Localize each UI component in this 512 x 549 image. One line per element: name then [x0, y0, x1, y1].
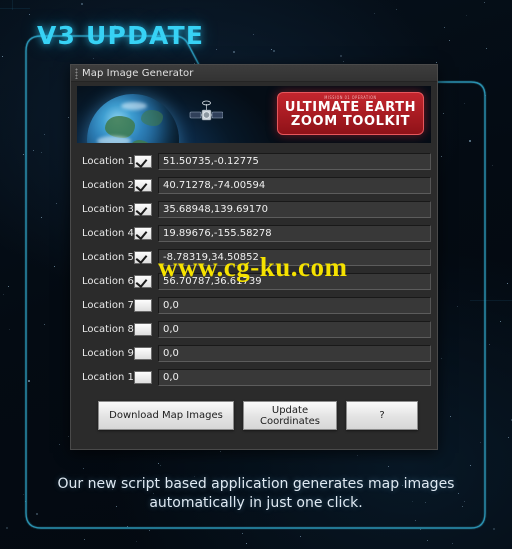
- circuit-line: [12, 0, 13, 10]
- location-coordinates-input[interactable]: [158, 344, 431, 362]
- window-title: Map Image Generator: [82, 67, 194, 79]
- location-coordinates-input[interactable]: [158, 176, 431, 194]
- location-row: Location 1:: [77, 149, 431, 173]
- location-coordinates-input[interactable]: [158, 152, 431, 170]
- location-coordinates-input[interactable]: [158, 368, 431, 386]
- drag-grip-icon[interactable]: [75, 67, 78, 79]
- location-coordinates-input[interactable]: [158, 320, 431, 338]
- circuit-line: [470, 300, 512, 301]
- location-checkbox[interactable]: [134, 298, 152, 312]
- caption-text: Our new script based application generat…: [56, 475, 456, 513]
- location-coordinates-input[interactable]: [158, 200, 431, 218]
- update-coordinates-button[interactable]: Update Coordinates: [243, 401, 337, 430]
- location-row: Location 2:: [77, 173, 431, 197]
- window-titlebar[interactable]: Map Image Generator: [71, 65, 437, 82]
- location-checkbox[interactable]: [134, 370, 152, 384]
- caption-line-2: automatically in just one click.: [149, 495, 363, 511]
- location-list: Location 1: Location 2: Location 3: Locatio…: [71, 149, 437, 389]
- badge-line-2: ZOOM TOOLKIT: [290, 114, 411, 129]
- location-checkbox[interactable]: [134, 202, 152, 216]
- location-coordinates-input[interactable]: [158, 248, 431, 266]
- location-checkbox[interactable]: [134, 178, 152, 192]
- satellite-icon: [189, 100, 223, 121]
- earth-globe-icon: [87, 94, 179, 143]
- location-label: Location 5:: [82, 251, 138, 263]
- location-coordinates-input[interactable]: [158, 272, 431, 290]
- location-label: Location 2:: [82, 179, 138, 191]
- location-row: Location 9:: [77, 341, 431, 365]
- location-row: Location 10:: [77, 365, 431, 389]
- location-row: Location 3:: [77, 197, 431, 221]
- landmass-shape: [105, 116, 135, 138]
- location-checkbox[interactable]: [134, 274, 152, 288]
- circuit-line: [0, 8, 30, 9]
- location-label: Location 1:: [82, 155, 138, 167]
- location-label: Location 8:: [82, 323, 138, 335]
- badge-kicker-text: MISSION 01 OPERATION: [324, 95, 377, 101]
- location-row: Location 8:: [77, 317, 431, 341]
- help-button[interactable]: ?: [346, 401, 418, 430]
- location-label: Location 4:: [82, 227, 138, 239]
- location-coordinates-input[interactable]: [158, 224, 431, 242]
- map-image-generator-window: Map Image Generator MISSION 01 OPERATION…: [70, 64, 438, 450]
- location-label: Location 6:: [82, 275, 138, 287]
- location-label: Location 9:: [82, 347, 138, 359]
- badge-line-1: ULTIMATE EARTH: [284, 100, 417, 115]
- ultimate-earth-zoom-toolkit-badge: MISSION 01 OPERATION ULTIMATE EARTH ZOOM…: [277, 92, 424, 135]
- cloud-shape: [121, 102, 147, 110]
- location-row: Location 7:: [77, 293, 431, 317]
- landmass-shape: [141, 110, 163, 126]
- banner-image: MISSION 01 OPERATION ULTIMATE EARTH ZOOM…: [77, 86, 431, 143]
- location-coordinates-input[interactable]: [158, 296, 431, 314]
- location-label: Location 7:: [82, 299, 138, 311]
- cloud-shape: [97, 136, 131, 143]
- action-button-bar: Download Map Images Update Coordinates ?: [71, 389, 437, 430]
- caption-line-1: Our new script based application generat…: [57, 476, 455, 492]
- page-title: V3 UPDATE: [37, 21, 205, 50]
- location-checkbox[interactable]: [134, 154, 152, 168]
- location-label: Location 3:: [82, 203, 138, 215]
- location-row: Location 6:: [77, 269, 431, 293]
- location-row: Location 4:: [77, 221, 431, 245]
- location-checkbox[interactable]: [134, 226, 152, 240]
- location-row: Location 5:: [77, 245, 431, 269]
- location-checkbox[interactable]: [134, 322, 152, 336]
- location-checkbox[interactable]: [134, 250, 152, 264]
- download-map-images-button[interactable]: Download Map Images: [98, 401, 234, 430]
- location-checkbox[interactable]: [134, 346, 152, 360]
- location-label: Location 10:: [82, 371, 144, 383]
